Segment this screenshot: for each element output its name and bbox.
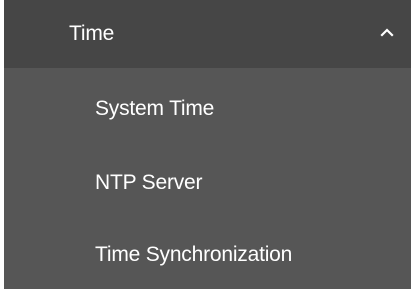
submenu-item-label: Time Synchronization bbox=[95, 243, 293, 266]
menu-section-time[interactable]: Time bbox=[4, 0, 411, 68]
submenu-item-label: System Time bbox=[95, 97, 215, 120]
chevron-up-icon[interactable] bbox=[379, 24, 395, 40]
submenu-item-ntp-server[interactable]: NTP Server bbox=[4, 145, 411, 217]
menu-section-label: Time bbox=[69, 22, 115, 45]
submenu-item-time-synchronization[interactable]: Time Synchronization bbox=[4, 218, 411, 290]
submenu-item-label: NTP Server bbox=[95, 171, 203, 194]
bottom-divider bbox=[0, 289, 416, 293]
submenu-item-system-time[interactable]: System Time bbox=[4, 72, 411, 144]
sidebar-menu: Time System Time NTP Server Time Synchro… bbox=[4, 0, 411, 293]
